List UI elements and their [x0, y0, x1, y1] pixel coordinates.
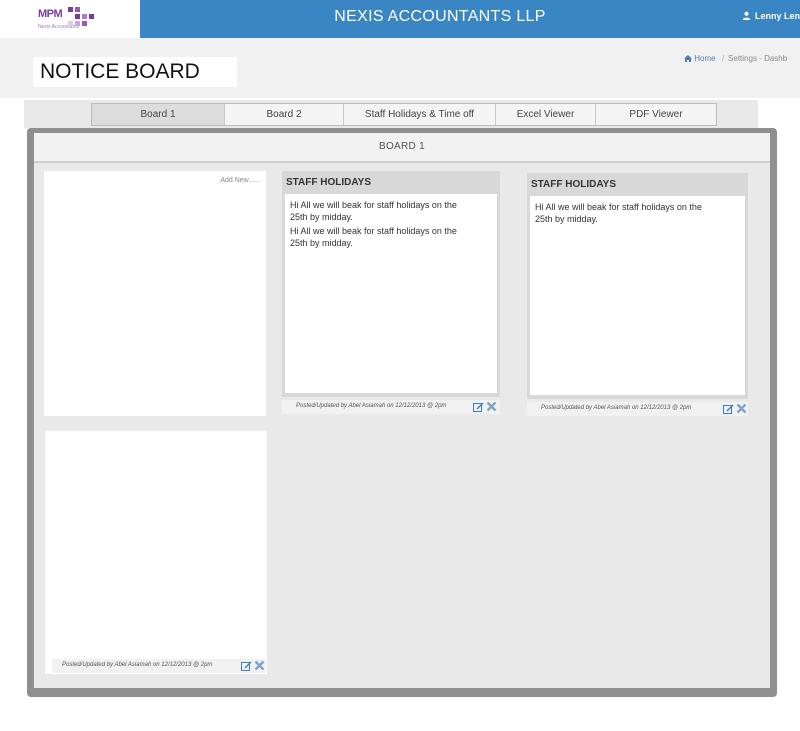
tab-board-2[interactable]: Board 2 [225, 104, 344, 125]
note-card: STAFF HOLIDAYS Hi All we will beak for s… [527, 173, 748, 399]
breadcrumb-current[interactable]: Settings - Dashb [728, 54, 787, 63]
note-posted-info: Posted/Updated by Abel Asiamah on 12/12/… [296, 403, 447, 409]
note-message: Hi All we will beak for staff holidays o… [290, 226, 457, 248]
delete-icon[interactable] [254, 660, 265, 671]
logo-mark-icon [68, 7, 94, 26]
add-note-panel: Add New...... [44, 171, 266, 416]
top-bar: MPM Nexis Accountants NEXIS ACCOUNTANTS … [0, 0, 800, 39]
header-bar: NEXIS ACCOUNTANTS LLP Lenny Len [140, 0, 800, 38]
breadcrumb-separator: / [721, 54, 725, 63]
edit-icon[interactable] [723, 403, 734, 414]
note-posted-info: Posted/Updated by Abel Asiamah on 12/12/… [541, 405, 692, 411]
board-title: BOARD 1 [34, 133, 770, 163]
note-body: Hi All we will beak for staff holidays o… [285, 194, 497, 393]
logo[interactable]: MPM Nexis Accountants [0, 0, 140, 39]
board-tabs: Board 1 Board 2 Staff Holidays & Time of… [91, 103, 717, 126]
add-new-link[interactable]: Add New...... [220, 177, 260, 184]
home-icon [684, 55, 692, 62]
tab-board-1[interactable]: Board 1 [92, 104, 225, 125]
breadcrumb-home[interactable]: Home [684, 54, 718, 63]
logo-text: MPM [38, 8, 63, 20]
note-footer: Posted/Updated by Abel Asiamah on 12/12/… [282, 400, 500, 414]
note-message: Hi All we will beak for staff holidays o… [290, 200, 457, 222]
note-title: STAFF HOLIDAYS [531, 179, 617, 190]
user-name: Lenny Len [754, 11, 800, 21]
edit-icon[interactable] [241, 660, 252, 671]
note-footer: Posted/Updated by Abel Asiamah on 12/12/… [52, 659, 266, 673]
note-footer: Posted/Updated by Abel Asiamah on 12/12/… [527, 402, 748, 416]
tab-staff-holidays[interactable]: Staff Holidays & Time off [344, 104, 496, 125]
page-title: NOTICE BOARD [33, 57, 237, 87]
page-title-area: NOTICE BOARD Home / Settings - Dashb [0, 38, 800, 99]
note-message: Hi All we will beak for staff holidays o… [535, 202, 702, 224]
user-icon [742, 11, 751, 20]
delete-icon[interactable] [486, 401, 497, 412]
edit-icon[interactable] [473, 401, 484, 412]
note-panel-empty [45, 431, 267, 674]
note-posted-info: Posted/Updated by Abel Asiamah on 12/12/… [62, 662, 213, 668]
tab-pdf-viewer[interactable]: PDF Viewer [596, 104, 716, 125]
breadcrumb: Home / Settings - Dashb [684, 54, 787, 63]
delete-icon[interactable] [736, 403, 747, 414]
user-menu[interactable]: Lenny Len [742, 11, 800, 21]
note-card: STAFF HOLIDAYS Hi All we will beak for s… [282, 171, 500, 397]
note-title: STAFF HOLIDAYS [286, 177, 372, 188]
app-title: NEXIS ACCOUNTANTS LLP [334, 8, 546, 25]
tab-excel-viewer[interactable]: Excel Viewer [496, 104, 596, 125]
breadcrumb-home-label: Home [694, 54, 716, 63]
note-body: Hi All we will beak for staff holidays o… [530, 196, 745, 395]
